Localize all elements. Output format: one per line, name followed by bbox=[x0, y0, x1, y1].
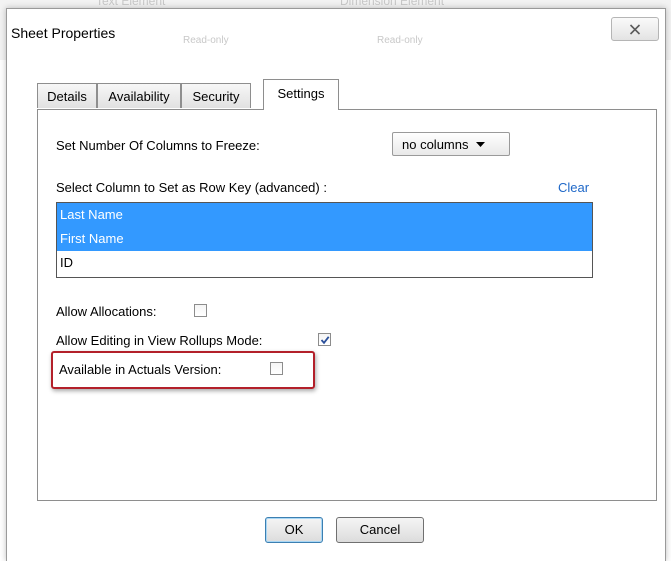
ok-button[interactable]: OK bbox=[265, 517, 323, 543]
freeze-columns-label: Set Number Of Columns to Freeze: bbox=[56, 138, 260, 153]
background-readonly-right: Read-only bbox=[377, 35, 423, 46]
sheet-properties-dialog: Read-only Read-only Sheet Properties Det… bbox=[6, 8, 666, 561]
row-key-label: Select Column to Set as Row Key (advance… bbox=[56, 180, 327, 195]
clear-link[interactable]: Clear bbox=[558, 180, 589, 195]
close-icon bbox=[629, 23, 641, 35]
freeze-columns-dropdown[interactable]: no columns bbox=[392, 132, 510, 156]
tab-details[interactable]: Details bbox=[37, 83, 97, 108]
allow-allocations-label: Allow Allocations: bbox=[56, 304, 157, 319]
tab-availability[interactable]: Availability bbox=[97, 83, 181, 108]
chevron-down-icon bbox=[476, 141, 486, 147]
tab-security[interactable]: Security bbox=[181, 83, 251, 108]
checkmark-icon bbox=[320, 335, 329, 344]
cancel-button[interactable]: Cancel bbox=[336, 517, 424, 543]
highlight-annotation bbox=[51, 351, 315, 389]
allow-editing-label: Allow Editing in View Rollups Mode: bbox=[56, 333, 263, 348]
dialog-title: Sheet Properties bbox=[11, 25, 116, 41]
freeze-columns-value: no columns bbox=[402, 136, 469, 152]
title-bar: Read-only Read-only Sheet Properties bbox=[7, 9, 665, 61]
list-item-first-name[interactable]: First Name bbox=[57, 227, 592, 251]
background-dimension-element: Dimension Element bbox=[340, 0, 445, 8]
list-item-last-name[interactable]: Last Name bbox=[57, 203, 592, 227]
row-key-listbox[interactable]: Last Name First Name ID bbox=[56, 202, 593, 278]
tab-settings[interactable]: Settings bbox=[263, 79, 339, 110]
settings-panel: Set Number Of Columns to Freeze: no colu… bbox=[37, 109, 657, 501]
background-text-element: Text Element bbox=[96, 0, 166, 8]
list-item-id[interactable]: ID bbox=[57, 251, 592, 275]
background-readonly-left: Read-only bbox=[183, 35, 229, 46]
allow-allocations-checkbox[interactable] bbox=[194, 304, 207, 317]
allow-editing-checkbox[interactable] bbox=[318, 333, 331, 346]
close-button[interactable] bbox=[611, 17, 659, 41]
